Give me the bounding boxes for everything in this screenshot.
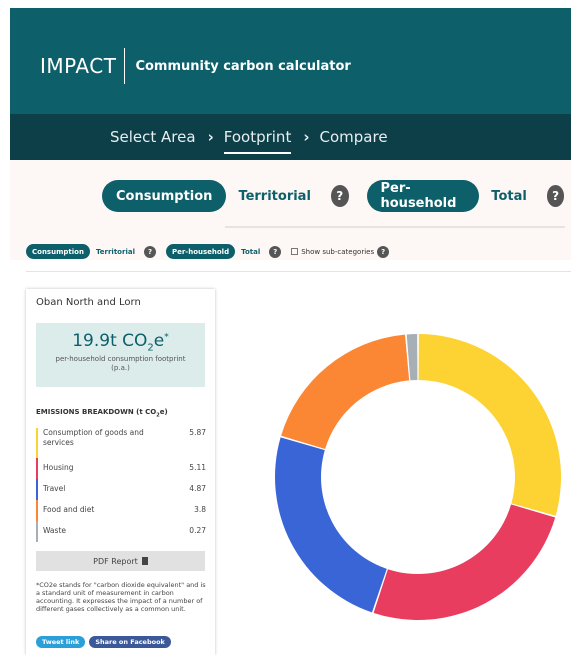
color-bar: [36, 521, 38, 542]
document-icon: [141, 557, 148, 565]
brand-subtitle: Community carbon calculator: [135, 58, 351, 74]
footprint-mark: *: [164, 332, 169, 343]
chevron-right-icon: ›: [303, 128, 310, 146]
donut-slice-consumption-of-goods-and-services[interactable]: [418, 334, 561, 516]
divider: [26, 271, 571, 272]
brand-divider: [124, 48, 126, 84]
subcategories-label: Show sub-categories: [301, 247, 375, 256]
consumption-toggle[interactable]: Consumption: [102, 180, 227, 212]
footprint-number: 19.9t CO: [72, 331, 148, 351]
color-bar: [36, 458, 38, 479]
chevron-right-icon: ›: [207, 128, 214, 146]
step-compare[interactable]: Compare: [320, 128, 388, 146]
share-facebook-button[interactable]: Share on Facebook: [89, 636, 171, 648]
breakdown-value: 5.11: [189, 463, 206, 472]
summary-panel: Oban North and Lorn 19.9t CO2e* per-hous…: [26, 289, 215, 655]
step-nav: Select Area › Footprint › Compare: [10, 114, 571, 160]
breakdown-label: Waste: [43, 526, 66, 535]
subcategories-checkbox[interactable]: [291, 248, 299, 255]
app-header: IMPACT Community carbon calculator: [10, 8, 571, 114]
breakdown-value: 4.87: [189, 484, 206, 493]
step-select-area[interactable]: Select Area: [110, 128, 196, 146]
breakdown-label: Travel: [43, 484, 66, 493]
breakdown-title-text: EMISSIONS BREAKDOWN (t CO: [36, 408, 157, 416]
brand[interactable]: IMPACT Community carbon calculator: [40, 48, 351, 84]
breakdown-value: 5.87: [189, 428, 206, 437]
divider: [225, 226, 565, 228]
brand-name: IMPACT: [40, 54, 117, 78]
pdf-report-button[interactable]: PDF Report: [36, 551, 205, 571]
breakdown-label: Consumption of goods and services: [43, 428, 144, 447]
territorial-toggle[interactable]: Territorial: [226, 189, 322, 204]
breakdown-item: Travel 4.87: [36, 479, 206, 500]
footprint-unit: e: [153, 331, 165, 351]
footprint-summary: 19.9t CO2e* per-household consumption fo…: [36, 323, 205, 387]
breakdown-label: Housing: [43, 463, 74, 472]
breakdown-item: Waste 0.27: [36, 521, 206, 542]
color-bar: [36, 500, 38, 521]
donut-slice-housing[interactable]: [373, 504, 556, 620]
breakdown-label: Food and diet: [43, 505, 95, 514]
emissions-donut-chart[interactable]: [270, 330, 571, 655]
share-buttons: Tweet link Share on Facebook: [36, 636, 171, 648]
per-household-toggle[interactable]: Per-household: [165, 244, 236, 259]
breakdown-title: EMISSIONS BREAKDOWN (t CO2e): [36, 408, 168, 418]
color-bar: [36, 479, 38, 500]
help-icon[interactable]: ?: [269, 245, 282, 258]
consumption-toggle[interactable]: Consumption: [26, 244, 90, 259]
breakdown-item: Housing 5.11: [36, 458, 206, 479]
breakdown-list: Consumption of goods and services 5.87 Ho…: [36, 428, 206, 542]
help-icon[interactable]: ?: [546, 185, 565, 207]
breakdown-title-end: e): [159, 408, 168, 416]
color-bar: [36, 428, 38, 458]
territorial-toggle[interactable]: Territorial: [90, 248, 141, 256]
co2e-footnote: *CO2e stands for "carbon dioxide equival…: [36, 581, 206, 613]
toggle-bar: Consumption Territorial ? Per-household …: [26, 244, 399, 259]
per-household-toggle[interactable]: Per-household: [366, 180, 480, 212]
footprint-value: 19.9t CO2e*: [36, 331, 205, 353]
breakdown-value: 0.27: [189, 526, 206, 535]
breakdown-item: Food and diet 3.8: [36, 500, 206, 521]
help-icon[interactable]: ?: [377, 245, 390, 258]
pdf-report-label: PDF Report: [93, 556, 138, 566]
help-icon[interactable]: ?: [330, 185, 349, 207]
area-name: Oban North and Lorn: [36, 297, 141, 308]
breakdown-item: Consumption of goods and services 5.87: [36, 428, 206, 458]
total-toggle[interactable]: Total: [479, 189, 539, 204]
footprint-desc: per-household consumption footprint (p.a…: [55, 355, 186, 373]
total-toggle[interactable]: Total: [235, 248, 266, 256]
tweet-link-button[interactable]: Tweet link: [36, 636, 86, 648]
step-footprint[interactable]: Footprint: [223, 128, 291, 154]
donut-slice-travel[interactable]: [275, 437, 387, 613]
donut-slice-food-and-diet[interactable]: [281, 334, 410, 449]
help-icon[interactable]: ?: [143, 245, 156, 258]
breakdown-value: 3.8: [194, 505, 206, 514]
